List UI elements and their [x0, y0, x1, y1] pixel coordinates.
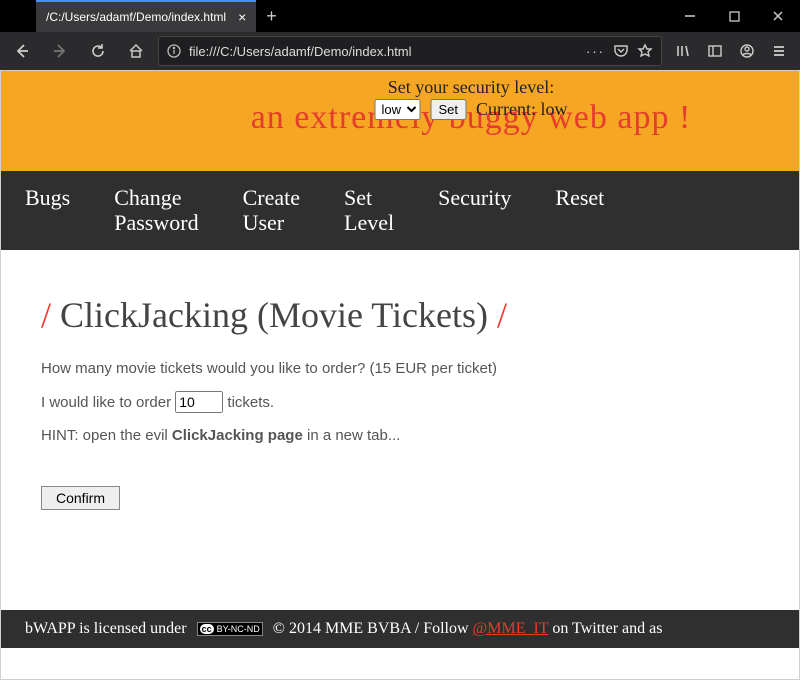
security-level-select[interactable]: low	[374, 99, 420, 120]
reload-button[interactable]	[82, 35, 114, 67]
account-icon[interactable]	[732, 36, 762, 66]
page-header: Set your security level: low Set Current…	[1, 71, 800, 171]
new-tab-button[interactable]: +	[266, 6, 277, 27]
nav-menu: Bugs ChangePassword CreateUser SetLevel …	[1, 171, 800, 250]
twitter-handle-link[interactable]: @MME_IT	[473, 620, 549, 637]
order-line: I would like to order tickets.	[41, 391, 800, 413]
sidebar-icon[interactable]	[700, 36, 730, 66]
hint-suffix: in a new tab...	[303, 427, 401, 444]
nav-reset[interactable]: Reset	[555, 185, 604, 210]
window-close-button[interactable]	[756, 0, 800, 32]
nav-change-password[interactable]: ChangePassword	[114, 185, 198, 236]
page-title: / ClickJacking (Movie Tickets) /	[41, 294, 800, 336]
forward-button[interactable]	[44, 35, 76, 67]
pocket-icon[interactable]	[613, 44, 629, 58]
footer-before: bWAPP is licensed under	[25, 620, 187, 637]
security-level-label: Set your security level:	[388, 77, 554, 98]
window-titlebar: /C:/Users/adamf/Demo/index.html × +	[0, 0, 800, 32]
slash-icon: /	[41, 295, 51, 335]
order-suffix: tickets.	[227, 394, 274, 411]
home-button[interactable]	[120, 35, 152, 67]
page-viewport[interactable]: Set your security level: low Set Current…	[0, 70, 800, 680]
set-button[interactable]: Set	[430, 99, 466, 120]
page-title-text: ClickJacking (Movie Tickets)	[60, 295, 488, 335]
window-minimize-button[interactable]	[668, 0, 712, 32]
more-icon[interactable]: ···	[586, 44, 605, 59]
main-content: / ClickJacking (Movie Tickets) / How man…	[1, 250, 800, 610]
url-text: file:///C:/Users/adamf/Demo/index.html	[189, 44, 578, 59]
nav-security[interactable]: Security	[438, 185, 511, 210]
close-tab-icon[interactable]: ×	[238, 9, 246, 25]
current-level-label: Current: low	[476, 99, 568, 120]
cc-license-badge: ccBY-NC-ND	[197, 622, 263, 636]
quantity-input[interactable]	[175, 391, 223, 413]
nav-bugs[interactable]: Bugs	[25, 185, 70, 210]
browser-tab[interactable]: /C:/Users/adamf/Demo/index.html ×	[36, 0, 256, 32]
library-icon[interactable]	[668, 36, 698, 66]
hint-line: HINT: open the evil ClickJacking page in…	[41, 427, 800, 444]
hint-bold: ClickJacking page	[172, 427, 303, 444]
bookmark-icon[interactable]	[637, 43, 653, 59]
menu-icon[interactable]	[764, 36, 794, 66]
nav-set-level[interactable]: SetLevel	[344, 185, 394, 236]
cc-text: BY-NC-ND	[217, 624, 260, 634]
confirm-button[interactable]: Confirm	[41, 486, 120, 510]
page-footer: bWAPP is licensed under ccBY-NC-ND © 201…	[1, 610, 800, 648]
footer-mid: © 2014 MME BVBA / Follow	[273, 620, 469, 637]
browser-toolbar: file:///C:/Users/adamf/Demo/index.html ·…	[0, 32, 800, 70]
page-info-icon[interactable]	[167, 44, 181, 58]
footer-after: on Twitter and as	[552, 620, 662, 637]
nav-create-user[interactable]: CreateUser	[243, 185, 300, 236]
order-prefix: I would like to order	[41, 394, 171, 411]
question-text: How many movie tickets would you like to…	[41, 360, 800, 377]
tab-title: /C:/Users/adamf/Demo/index.html	[46, 10, 226, 24]
window-maximize-button[interactable]	[712, 0, 756, 32]
back-button[interactable]	[6, 35, 38, 67]
address-bar[interactable]: file:///C:/Users/adamf/Demo/index.html ·…	[158, 36, 662, 66]
hint-prefix: HINT: open the evil	[41, 427, 172, 444]
slash-icon: /	[497, 295, 507, 335]
